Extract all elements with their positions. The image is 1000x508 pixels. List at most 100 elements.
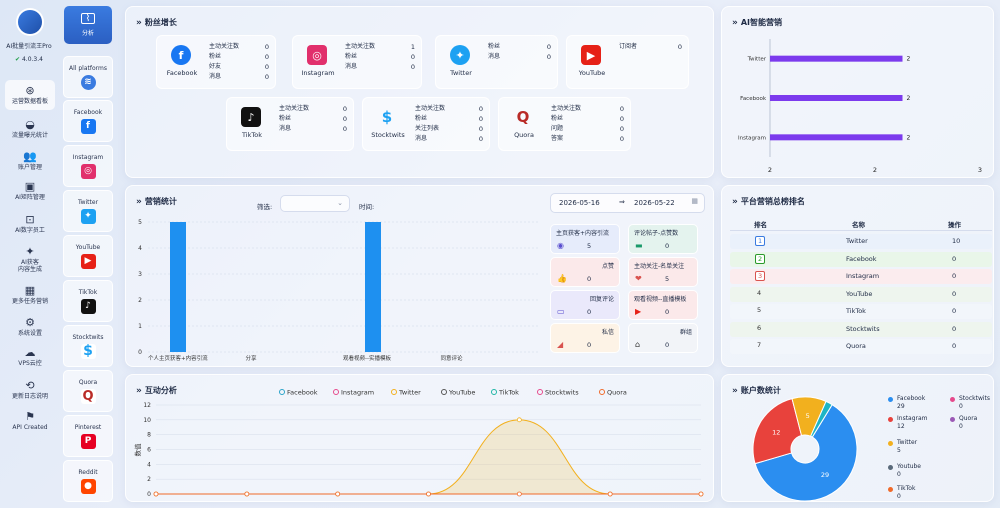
marketing-card-value: 5 (665, 275, 670, 283)
date-range-picker[interactable]: 2026-05-16 ⇒ 2026-05-22 ▦ (550, 193, 705, 213)
gauge-icon: ◒ (25, 118, 35, 131)
platform-facebook[interactable]: Facebook f (63, 100, 113, 142)
rank-row[interactable]: 7 Quora 0 (730, 339, 992, 354)
app-version: ✔ 4.0.3.4 (0, 56, 58, 63)
fan-card-instagram[interactable]: ◎ Instagram 主动关注数 1 粉丝 0 消息 0 (292, 35, 422, 89)
nav-item-4[interactable]: ⊡ AI数字员工 (5, 209, 55, 239)
rank-name: Instagram (846, 272, 880, 280)
legend-label[interactable]: TikTok (498, 389, 519, 397)
nav-item-6[interactable]: ▦ 更多任务营销 (5, 280, 55, 310)
platform-all-platforms[interactable]: All platforms ≋ (63, 56, 113, 98)
nav-item-label: 流量曝光统计 (11, 132, 48, 139)
legend-marker (491, 389, 497, 395)
legend-label[interactable]: Facebook (287, 389, 318, 397)
platform-quora[interactable]: Quora Q (63, 370, 113, 412)
arrow-right-icon: ⇒ (619, 198, 625, 206)
filter-select[interactable]: ⌄ (280, 195, 350, 212)
marketing-card-0[interactable]: 主页获客+内容引流 ◉ 5 (550, 224, 620, 254)
platform-rank-panel: » 平台营销总榜排名 排名 名称 操作 1 Twitter 10 2 Facebook 0 3… (721, 185, 994, 367)
flag-icon: ⚑ (25, 410, 35, 423)
rank-row[interactable]: 3 Instagram 0 (730, 269, 992, 284)
fan-stat-key: 粉丝 (488, 43, 501, 50)
platform-twitter[interactable]: Twitter ✦ (63, 190, 113, 232)
marketing-card-icon: ◉ (557, 241, 564, 250)
account-count-panel: » 账户数统计 29 12 5 Facebook 29 Stocktwits 0 Instag… (721, 374, 994, 502)
pie-legend-item[interactable]: Instagram 12 (888, 415, 928, 431)
pinterest-icon: P (80, 433, 96, 449)
marketing-card-2[interactable]: 点赞 👍 0 (550, 257, 620, 287)
nav-item-10[interactable]: ⚑ API Created (5, 406, 55, 436)
legend-marker (333, 389, 339, 395)
platform-pinterest[interactable]: Pinterest P (63, 415, 113, 457)
nav-item-8[interactable]: ☁ VPS云控 (5, 342, 55, 372)
legend-label[interactable]: YouTube (448, 389, 475, 397)
platform-youtube[interactable]: YouTube ▶ (63, 235, 113, 277)
pie-legend-item[interactable]: Twitter 5 (888, 439, 917, 455)
marketing-card-5[interactable]: 观看视频--直播模板 ▶ 0 (628, 290, 698, 320)
fan-stat-value: 0 (410, 53, 415, 61)
nav-item-7[interactable]: ⚙ 系统设置 (5, 312, 55, 342)
youtube-icon: ▶ (581, 45, 601, 65)
marketing-card-3[interactable]: 主动关注-名单关注 ❤ 5 (628, 257, 698, 287)
fan-stat-value: 0 (546, 43, 551, 51)
legend-marker (599, 389, 605, 395)
nav-item-9[interactable]: ⟲ 更新日志说明 (5, 375, 55, 405)
rank-row[interactable]: 4 YouTube 0 (730, 286, 992, 302)
nav-item-2[interactable]: 👥 账户管理 (5, 146, 55, 176)
rank-header-rank: 排名 (754, 221, 767, 229)
legend-label[interactable]: Quora (607, 389, 627, 397)
rank-row[interactable]: 5 TikTok 0 (730, 304, 992, 319)
platform-instagram[interactable]: Instagram ◎ (63, 145, 113, 187)
tab-analysis[interactable]: ⌇ 分析 (64, 6, 112, 44)
check-icon: ✔ (15, 56, 21, 63)
fan-card-tiktok[interactable]: ♪ TikTok 主动关注数 0 粉丝 0 消息 0 (226, 97, 354, 151)
nav-item-1[interactable]: ◒ 流量曝光统计 (5, 114, 55, 144)
nav-item-0[interactable]: ⊛ 运营数据看板 (5, 80, 55, 110)
nav-item-label: 账户管理 (17, 164, 42, 171)
marketing-stats-panel: » 营销统计 筛选: ⌄ 时间: 2026-05-16 ⇒ 2026-05-22 … (125, 185, 714, 367)
fan-card-youtube[interactable]: ▶ YouTube 订阅者 0 (566, 35, 689, 89)
pie-legend-item[interactable]: Facebook 29 (888, 395, 925, 411)
y-tick: 5 (138, 219, 142, 226)
grid-icon: ▦ (24, 284, 36, 297)
pie-legend-item[interactable]: Quora 0 (950, 415, 977, 431)
pie-legend-item[interactable]: Youtube 0 (888, 463, 921, 479)
legend-label[interactable]: Twitter (398, 389, 421, 397)
fan-stat-key: 消息 (415, 135, 428, 142)
fan-card-stocktwits[interactable]: $ Stocktwits 主动关注数 0 粉丝 0 关注列表 0 消息 0 (362, 97, 490, 151)
legend-value: 0 (897, 493, 901, 500)
legend-label[interactable]: Instagram (341, 389, 374, 397)
nav-item-5[interactable]: ✦ AI获客 内容生成 (5, 241, 55, 277)
fan-card-quora[interactable]: Q Quora 主动关注数 0 粉丝 0 问题 0 答案 0 (498, 97, 631, 151)
fan-stat-key: 主动关注数 (209, 43, 240, 50)
twitter-icon: ✦ (450, 45, 470, 65)
fan-stat-key: 粉丝 (415, 115, 428, 122)
series-point (698, 491, 704, 497)
legend-label[interactable]: Stocktwits (545, 389, 579, 397)
rank-value: 0 (952, 289, 957, 298)
marketing-card-4[interactable]: 回复评论 ▭ 0 (550, 290, 620, 320)
legend-dot (950, 417, 955, 422)
nav-item-3[interactable]: ▣ AI矩阵管理 (5, 176, 55, 206)
ai-marketing-chart: Twitter 2 Facebook 2 Instagram 2 2 2 3 (738, 39, 982, 174)
pie-legend-item[interactable]: Stocktwits 0 (950, 395, 990, 411)
legend-value: 5 (897, 447, 901, 454)
pie-legend-item[interactable]: TikTok 0 (888, 485, 915, 501)
nav-item-label: 系统设置 (17, 330, 42, 337)
marketing-card-6[interactable]: 私信 ◢ 0 (550, 323, 620, 353)
rank-badge: 6 (757, 323, 762, 332)
platform-reddit[interactable]: Reddit ● (63, 460, 113, 502)
rank-row[interactable]: 2 Facebook 0 (730, 251, 992, 267)
dashboard-icon: ⊛ (25, 84, 35, 97)
platform-tiktok[interactable]: TikTok ♪ (63, 280, 113, 322)
nav-item-label: 更新日志说明 (11, 393, 48, 400)
legend-label: TikTok (897, 485, 916, 492)
legend-dot (888, 417, 893, 422)
fan-card-twitter[interactable]: ✦ Twitter 粉丝 0 消息 0 (435, 35, 558, 89)
marketing-card-1[interactable]: 评论帖子-点赞数 ▬ 0 (628, 224, 698, 254)
platform-stocktwits[interactable]: Stocktwits $ (63, 325, 113, 367)
fan-card-facebook[interactable]: f Facebook 主动关注数 0 粉丝 0 好友 0 消息 0 (156, 35, 276, 89)
rank-row[interactable]: 1 Twitter 10 (730, 234, 992, 249)
rank-row[interactable]: 6 Stocktwits 0 (730, 321, 992, 337)
marketing-card-7[interactable]: 群组 ⌂ 0 (628, 323, 698, 353)
